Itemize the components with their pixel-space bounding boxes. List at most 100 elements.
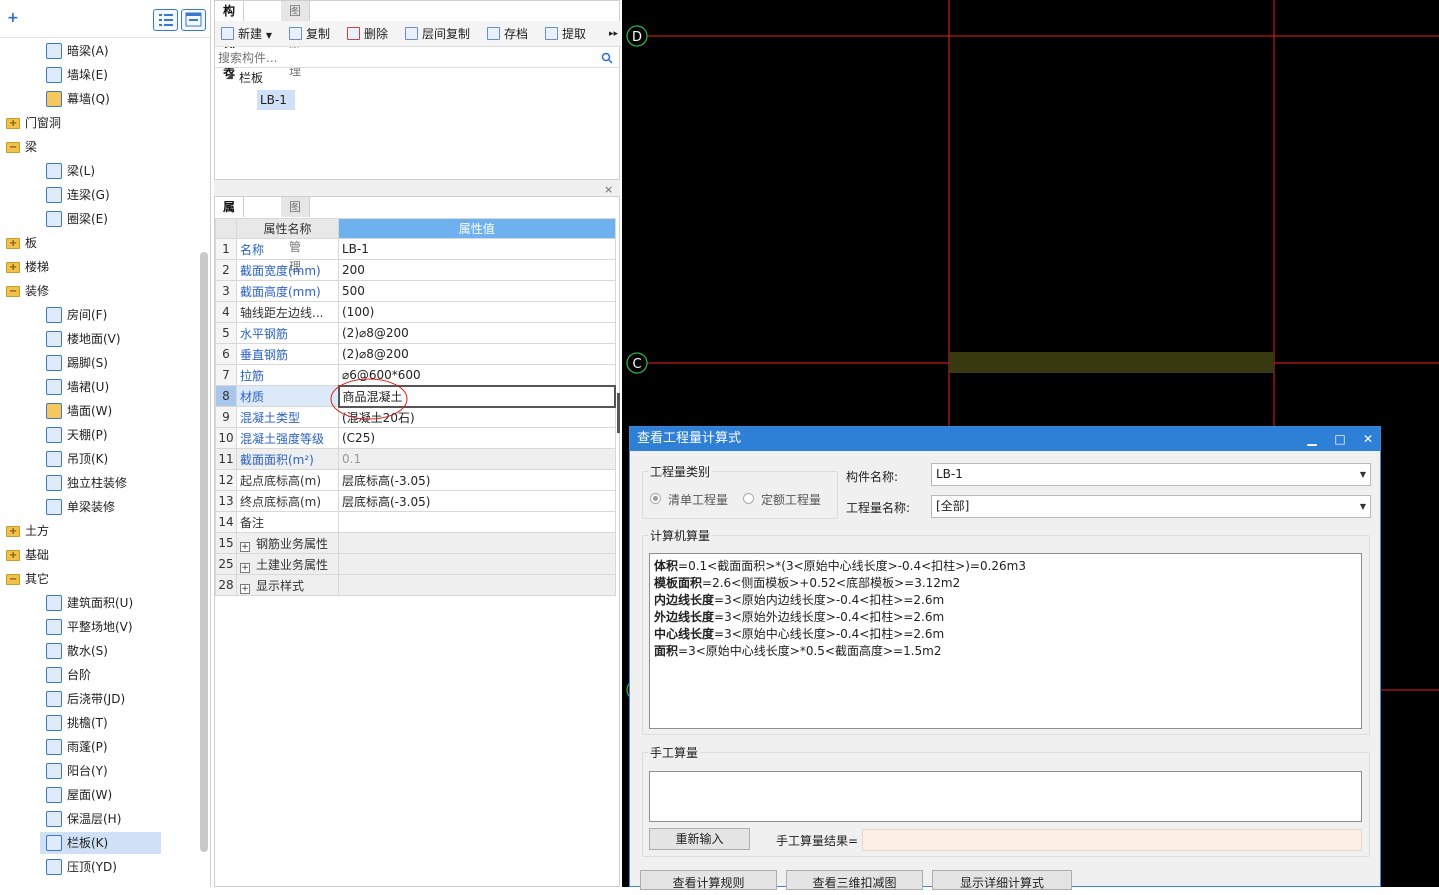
tree-item[interactable]: 平整场地(V): [40, 616, 205, 638]
property-value[interactable]: 500: [338, 280, 616, 302]
search-input[interactable]: [215, 48, 585, 67]
property-row[interactable]: 2 截面宽度(mm) 200: [215, 259, 616, 281]
tab-property-list[interactable]: 属性列表: [215, 197, 245, 274]
property-row[interactable]: 28 + 显示样式: [215, 574, 616, 596]
tree-item[interactable]: 踢脚(S): [40, 352, 205, 374]
tree-item[interactable]: + 门窗洞: [0, 112, 165, 134]
tree-item[interactable]: 屋面(W): [40, 784, 205, 806]
tree-item[interactable]: + 板: [0, 232, 165, 254]
radio-list-label[interactable]: 清单工程量: [668, 491, 728, 508]
view-3d-deduction-button[interactable]: 查看三维扣减图: [786, 870, 923, 890]
add-plus-icon[interactable]: +: [7, 10, 19, 26]
maximize-icon[interactable]: □: [1326, 427, 1354, 451]
tree-scrollbar[interactable]: [200, 252, 208, 852]
layer-copy-button[interactable]: 层间复制: [405, 25, 470, 43]
property-row[interactable]: 25 + 土建业务属性: [215, 553, 616, 575]
property-row[interactable]: 12 起点底标高(m) 层底标高(-3.05): [215, 469, 616, 491]
tree-item[interactable]: 房间(F): [40, 304, 205, 326]
tree-item[interactable]: 独立柱装修: [40, 472, 205, 494]
calc-formula-textbox[interactable]: 体积=0.1<截面面积>*(3<原始中心线长度>-0.4<扣柱>)=0.26m3…: [649, 553, 1362, 729]
expand-icon[interactable]: +: [9, 526, 17, 537]
property-value[interactable]: 200: [338, 259, 616, 281]
property-value[interactable]: (C25): [338, 427, 616, 449]
show-detail-formula-button[interactable]: 显示详细计算式: [932, 870, 1072, 890]
tree-item[interactable]: + 土方: [0, 520, 165, 542]
property-value[interactable]: [338, 532, 616, 554]
copy-button[interactable]: 复制: [289, 25, 330, 43]
reinput-button[interactable]: 重新输入: [649, 828, 750, 850]
tab-component-list[interactable]: 构件列表: [215, 1, 245, 78]
radio-quota-quantity[interactable]: [743, 493, 754, 504]
property-value[interactable]: 层底标高(-3.05): [338, 469, 616, 491]
tree-item[interactable]: 压顶(YD): [40, 856, 205, 878]
radio-quota-label[interactable]: 定额工程量: [761, 491, 821, 508]
tree-item[interactable]: 墙裙(U): [40, 376, 205, 398]
tree-item[interactable]: 墙面(W): [40, 400, 205, 422]
tree-item[interactable]: 台阶: [40, 664, 205, 686]
expand-icon[interactable]: +: [240, 583, 250, 594]
tree-item[interactable]: 楼地面(V): [40, 328, 205, 350]
tree-item[interactable]: 暗梁(A): [40, 40, 205, 62]
manual-calc-textbox[interactable]: [649, 771, 1362, 822]
expand-icon[interactable]: +: [240, 541, 250, 552]
manual-result-field[interactable]: [862, 829, 1362, 851]
tree-item[interactable]: 天棚(P): [40, 424, 205, 446]
property-row[interactable]: 13 终点底标高(m) 层底标高(-3.05): [215, 490, 616, 512]
splitter-handle[interactable]: [617, 393, 620, 433]
property-row[interactable]: 15 + 钢筋业务属性: [215, 532, 616, 554]
property-row[interactable]: 5 水平钢筋 (2)⌀8@200: [215, 322, 616, 344]
tree-group-label[interactable]: 栏板: [239, 70, 263, 86]
property-row[interactable]: 10 混凝土强度等级 (C25): [215, 427, 616, 449]
tab-layer-management[interactable]: 图层管理: [281, 197, 311, 274]
property-row[interactable]: 8 材质 商品混凝土: [215, 384, 616, 408]
expand-icon[interactable]: +: [9, 550, 17, 561]
collapse-icon[interactable]: −: [9, 574, 17, 585]
tree-item-lb1[interactable]: LB-1: [257, 90, 295, 110]
expand-icon[interactable]: +: [240, 562, 250, 573]
tree-item[interactable]: 梁(L): [40, 160, 205, 182]
property-value[interactable]: 层底标高(-3.05): [338, 490, 616, 512]
close-icon[interactable]: ✕: [1354, 427, 1382, 451]
tree-item[interactable]: − 其它: [0, 568, 165, 590]
property-value[interactable]: [338, 574, 616, 596]
close-icon[interactable]: ×: [604, 183, 613, 196]
new-button[interactable]: 新建 ▼: [221, 25, 272, 43]
tree-item[interactable]: 后浇带(JD): [40, 688, 205, 710]
property-row[interactable]: 3 截面高度(mm) 500: [215, 280, 616, 302]
delete-button[interactable]: 删除: [347, 25, 388, 43]
collapse-icon[interactable]: −: [9, 286, 17, 297]
property-value[interactable]: 0.1: [338, 448, 616, 470]
radio-list-quantity[interactable]: [650, 493, 661, 504]
tree-item[interactable]: 阳台(Y): [40, 760, 205, 782]
expand-icon[interactable]: +: [9, 238, 17, 249]
extract-button[interactable]: 提取: [545, 25, 586, 43]
expand-icon[interactable]: +: [9, 262, 17, 273]
property-value[interactable]: LB-1: [338, 238, 616, 260]
tree-item[interactable]: 圈梁(E): [40, 208, 205, 230]
property-value[interactable]: [338, 511, 616, 533]
tree-item[interactable]: 挑檐(T): [40, 712, 205, 734]
archive-button[interactable]: 存档: [487, 25, 528, 43]
tree-item[interactable]: 雨蓬(P): [40, 736, 205, 758]
tree-item[interactable]: 建筑面积(U): [40, 592, 205, 614]
property-value[interactable]: (2)⌀8@200: [338, 343, 616, 365]
more-chevron-icon[interactable]: ▸▸: [609, 25, 618, 43]
tree-item[interactable]: 栏板(K): [40, 832, 161, 854]
selected-element-highlight[interactable]: [949, 352, 1274, 373]
tree-item[interactable]: 墙垛(E): [40, 64, 205, 86]
property-row[interactable]: 7 拉筋 ⌀6@600*600: [215, 364, 616, 386]
tree-item[interactable]: 单梁装修: [40, 496, 205, 518]
search-icon[interactable]: [601, 52, 613, 64]
tree-item[interactable]: + 楼梯: [0, 256, 165, 278]
property-value[interactable]: [338, 553, 616, 575]
quantity-name-select[interactable]: [全部] ▼: [931, 495, 1371, 518]
component-name-select[interactable]: LB-1 ▼: [931, 463, 1371, 486]
tree-item[interactable]: − 装修: [0, 280, 165, 302]
tree-item[interactable]: 连梁(G): [40, 184, 205, 206]
property-value[interactable]: (100): [338, 301, 616, 323]
tree-item[interactable]: 幕墙(Q): [40, 88, 205, 110]
property-row[interactable]: 4 轴线距左边线... (100): [215, 301, 616, 323]
tree-item[interactable]: 散水(S): [40, 640, 205, 662]
property-row[interactable]: 14 备注: [215, 511, 616, 533]
property-value[interactable]: (2)⌀8@200: [338, 322, 616, 344]
